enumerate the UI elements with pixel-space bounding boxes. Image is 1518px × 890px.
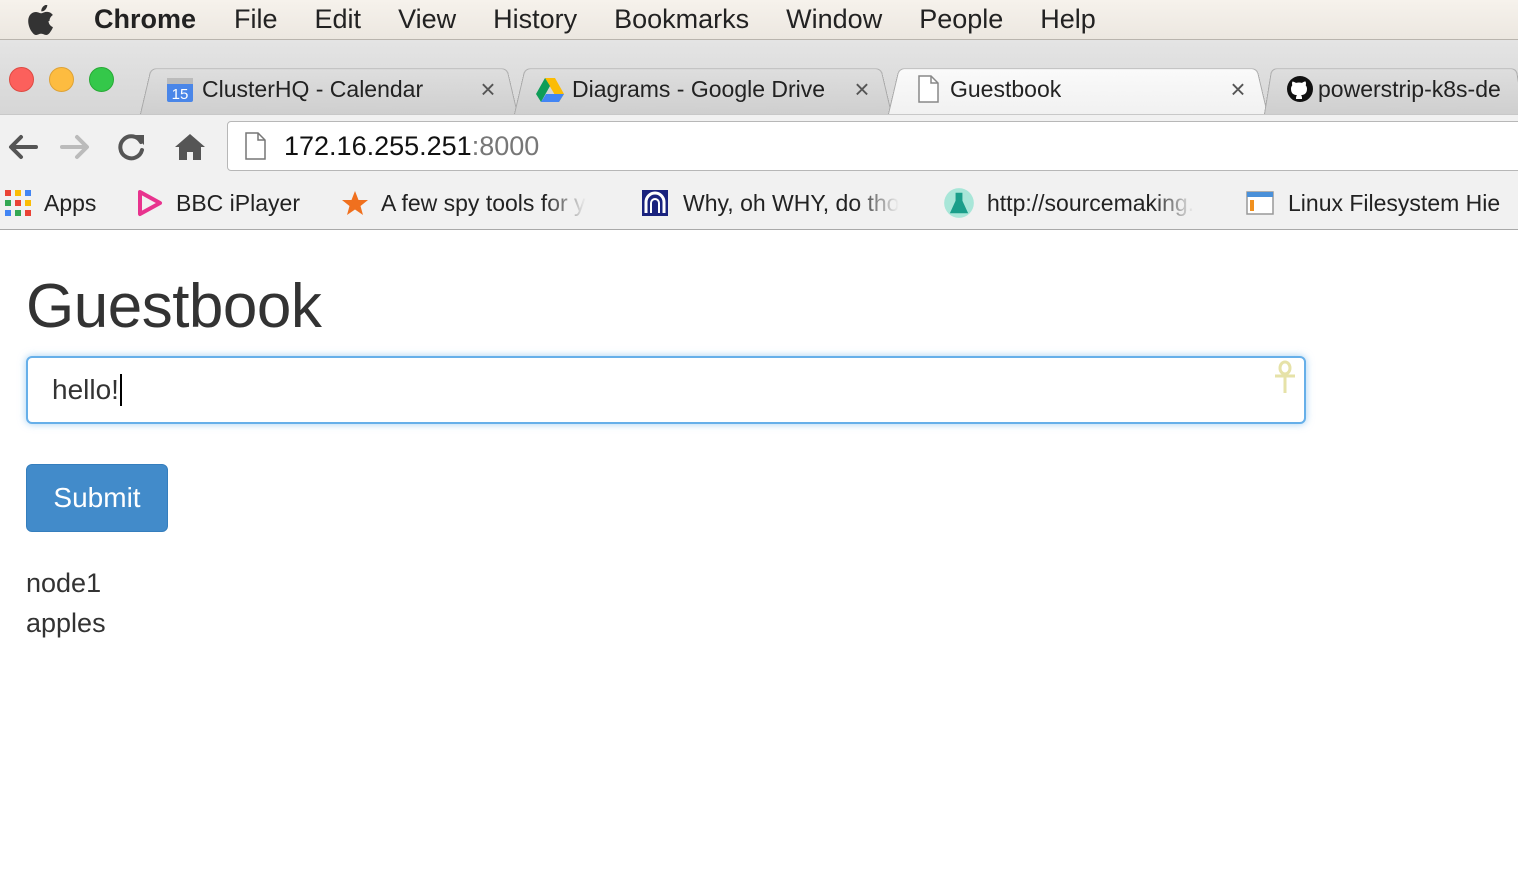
bookmark-label: Apps [44,189,97,216]
page-title: Guestbook [26,272,322,341]
tab-guestbook[interactable]: Guestbook × [888,64,1268,114]
tab-powerstrip-k8s[interactable]: powerstrip-k8s-de [1264,64,1518,114]
address-bar[interactable]: 172.16.255.251:8000 [227,121,1518,171]
iplayer-icon [138,190,162,216]
tab-clusterhq-calendar[interactable]: 15 ClusterHQ - Calendar × [140,64,518,114]
list-item: apples [26,608,106,638]
url-host: 172.16.255.251 [284,130,472,161]
apple-icon[interactable] [28,4,54,35]
star-icon [342,191,368,215]
input-value: hello! [52,374,119,405]
menu-history[interactable]: History [493,4,577,35]
home-icon[interactable] [172,131,208,163]
bookmark-label: BBC iPlayer [176,189,300,216]
url-port: :8000 [471,130,540,161]
blank-page-icon [918,75,939,103]
tab-title: powerstrip-k8s-de [1318,75,1501,102]
tab-title: Guestbook [950,75,1062,102]
back-arrow-icon[interactable] [4,131,40,163]
sourcemaking-icon [944,188,974,218]
bookmark-linux-filesystem[interactable]: Linux Filesystem Hie [1246,186,1518,220]
close-icon[interactable]: × [1226,74,1250,104]
menu-view[interactable]: View [398,4,456,35]
bookmark-apps[interactable]: Apps [4,186,96,220]
guestbook-input[interactable]: hello! [26,356,1306,424]
bookmark-spy-tools[interactable]: A few spy tools for y [341,186,613,220]
reload-icon[interactable] [114,131,150,163]
forward-arrow-icon[interactable] [58,131,94,163]
window-minimize-button[interactable] [49,67,74,92]
calendar-icon: 15 [167,78,193,103]
menu-app-chrome[interactable]: Chrome [94,4,196,35]
bookmark-bbc-iplayer[interactable]: BBC iPlayer [136,186,300,220]
browser-toolbar: 172.16.255.251:8000 [0,114,1518,178]
menu-bookmarks[interactable]: Bookmarks [614,4,749,35]
menu-bar: Chrome File Edit View History Bookmarks … [0,0,1518,40]
bookmark-sourcemaking[interactable]: http://sourcemaking. [943,186,1215,220]
tab-strip: 15 ClusterHQ - Calendar × Diagrams - Goo… [0,40,1518,114]
guestbook-entries: node1 apples [26,563,106,643]
apps-grid-icon [5,190,31,216]
page-icon [245,132,266,160]
google-drive-icon [536,78,564,102]
bookmark-coding-horror[interactable]: Why, oh WHY, do tho [641,186,915,220]
close-icon[interactable]: × [476,74,500,104]
close-icon[interactable]: × [850,74,874,104]
bookmark-label: Why, oh WHY, do tho [683,189,900,216]
menu-help[interactable]: Help [1040,4,1096,35]
ankh-icon[interactable] [1272,360,1298,394]
bookmarks-bar: Apps BBC iPlayer A few spy tools for y W… [0,178,1518,230]
github-icon [1287,76,1313,102]
text-caret [119,374,122,406]
list-item: node1 [26,568,102,598]
window-icon [1246,191,1274,215]
window-zoom-button[interactable] [89,67,114,92]
svg-text:15: 15 [172,86,189,103]
menu-edit[interactable]: Edit [315,4,362,35]
submit-button[interactable]: Submit [26,464,168,532]
menu-file[interactable]: File [234,4,278,35]
window-close-button[interactable] [9,67,34,92]
bookmark-label: A few spy tools for y [381,189,586,216]
tab-title: ClusterHQ - Calendar [202,75,424,102]
tab-title: Diagrams - Google Drive [572,75,826,102]
codinghorror-icon [642,190,668,216]
bookmark-label: http://sourcemaking. [987,189,1195,216]
page-content: Guestbook hello! Submit node1 apples [0,231,1518,890]
bookmark-label: Linux Filesystem Hie [1288,189,1501,216]
menu-window[interactable]: Window [786,4,882,35]
tab-diagrams-google-drive[interactable]: Diagrams - Google Drive × [514,64,892,114]
menu-people[interactable]: People [919,4,1003,35]
